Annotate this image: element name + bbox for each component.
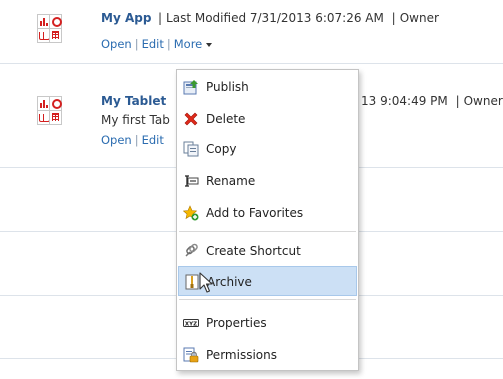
menu-item-properties[interactable]: XYZ Properties bbox=[178, 308, 357, 338]
add-favorite-star-icon bbox=[182, 205, 199, 221]
mouse-cursor-icon bbox=[199, 272, 213, 293]
tablet-title-link[interactable]: My Tablet bbox=[101, 94, 166, 108]
menu-item-create-shortcut[interactable]: Create Shortcut bbox=[178, 236, 357, 266]
copy-icon bbox=[183, 141, 199, 157]
last-modified-text: 13 9:04:49 PM | Owner bbox=[361, 94, 503, 108]
menu-item-add-to-favorites[interactable]: Add to Favorites bbox=[178, 198, 357, 228]
menu-item-label: Archive bbox=[207, 275, 252, 289]
open-link[interactable]: Open bbox=[101, 37, 132, 51]
catalog-row-my-app: My App | Last Modified 7/31/2013 6:07:26 … bbox=[0, 0, 503, 64]
properties-icon: XYZ bbox=[183, 315, 199, 331]
permissions-lock-icon bbox=[183, 347, 199, 363]
row-actions: Open | Edit | More bbox=[101, 37, 213, 51]
description-text: My first Tab bbox=[101, 113, 170, 127]
menu-item-publish[interactable]: Publish bbox=[178, 72, 357, 102]
edit-link[interactable]: Edit bbox=[142, 133, 164, 147]
last-modified-value: 13 9:04:49 PM bbox=[361, 94, 448, 108]
menu-item-permissions[interactable]: Permissions bbox=[178, 340, 357, 370]
menu-item-delete[interactable]: Delete bbox=[178, 104, 357, 134]
owner-label: Owner bbox=[399, 11, 439, 25]
delete-x-icon bbox=[183, 111, 199, 127]
open-link[interactable]: Open bbox=[101, 133, 132, 147]
menu-separator bbox=[179, 231, 356, 232]
separator: | bbox=[451, 94, 460, 108]
edit-link[interactable]: Edit bbox=[142, 37, 164, 51]
row-actions: Open | Edit bbox=[101, 133, 164, 147]
tablet-dashboard-icon[interactable] bbox=[37, 96, 62, 126]
menu-item-label: Permissions bbox=[206, 348, 277, 362]
rename-icon bbox=[183, 173, 199, 189]
menu-item-label: Rename bbox=[206, 174, 256, 188]
app-dashboard-icon[interactable] bbox=[37, 14, 62, 44]
owner-label: Owner bbox=[463, 94, 503, 108]
shortcut-link-icon bbox=[183, 243, 199, 259]
more-context-menu: Publish Delete Copy Rename Add to Favori… bbox=[176, 69, 359, 371]
menu-item-label: Properties bbox=[206, 316, 267, 330]
archive-icon bbox=[184, 274, 200, 290]
last-modified-text: | Last Modified 7/31/2013 6:07:26 AM | Own… bbox=[154, 11, 439, 25]
more-dropdown-link[interactable]: More bbox=[174, 37, 213, 51]
last-modified-value: Last Modified 7/31/2013 6:07:26 AM bbox=[166, 11, 384, 25]
menu-item-label: Copy bbox=[206, 142, 237, 156]
menu-item-label: Delete bbox=[206, 112, 246, 126]
publish-icon bbox=[183, 79, 199, 95]
menu-item-label: Publish bbox=[206, 80, 249, 94]
menu-separator bbox=[179, 299, 356, 300]
separator: | bbox=[158, 11, 163, 25]
separator: | bbox=[387, 11, 396, 25]
menu-item-label: Add to Favorites bbox=[206, 206, 304, 220]
menu-item-label: Create Shortcut bbox=[206, 244, 301, 258]
svg-text:XYZ: XYZ bbox=[185, 321, 197, 327]
app-title-link[interactable]: My App bbox=[101, 11, 151, 25]
menu-item-rename[interactable]: Rename bbox=[178, 166, 357, 196]
caret-down-icon bbox=[206, 42, 213, 47]
menu-item-copy[interactable]: Copy bbox=[178, 134, 357, 164]
